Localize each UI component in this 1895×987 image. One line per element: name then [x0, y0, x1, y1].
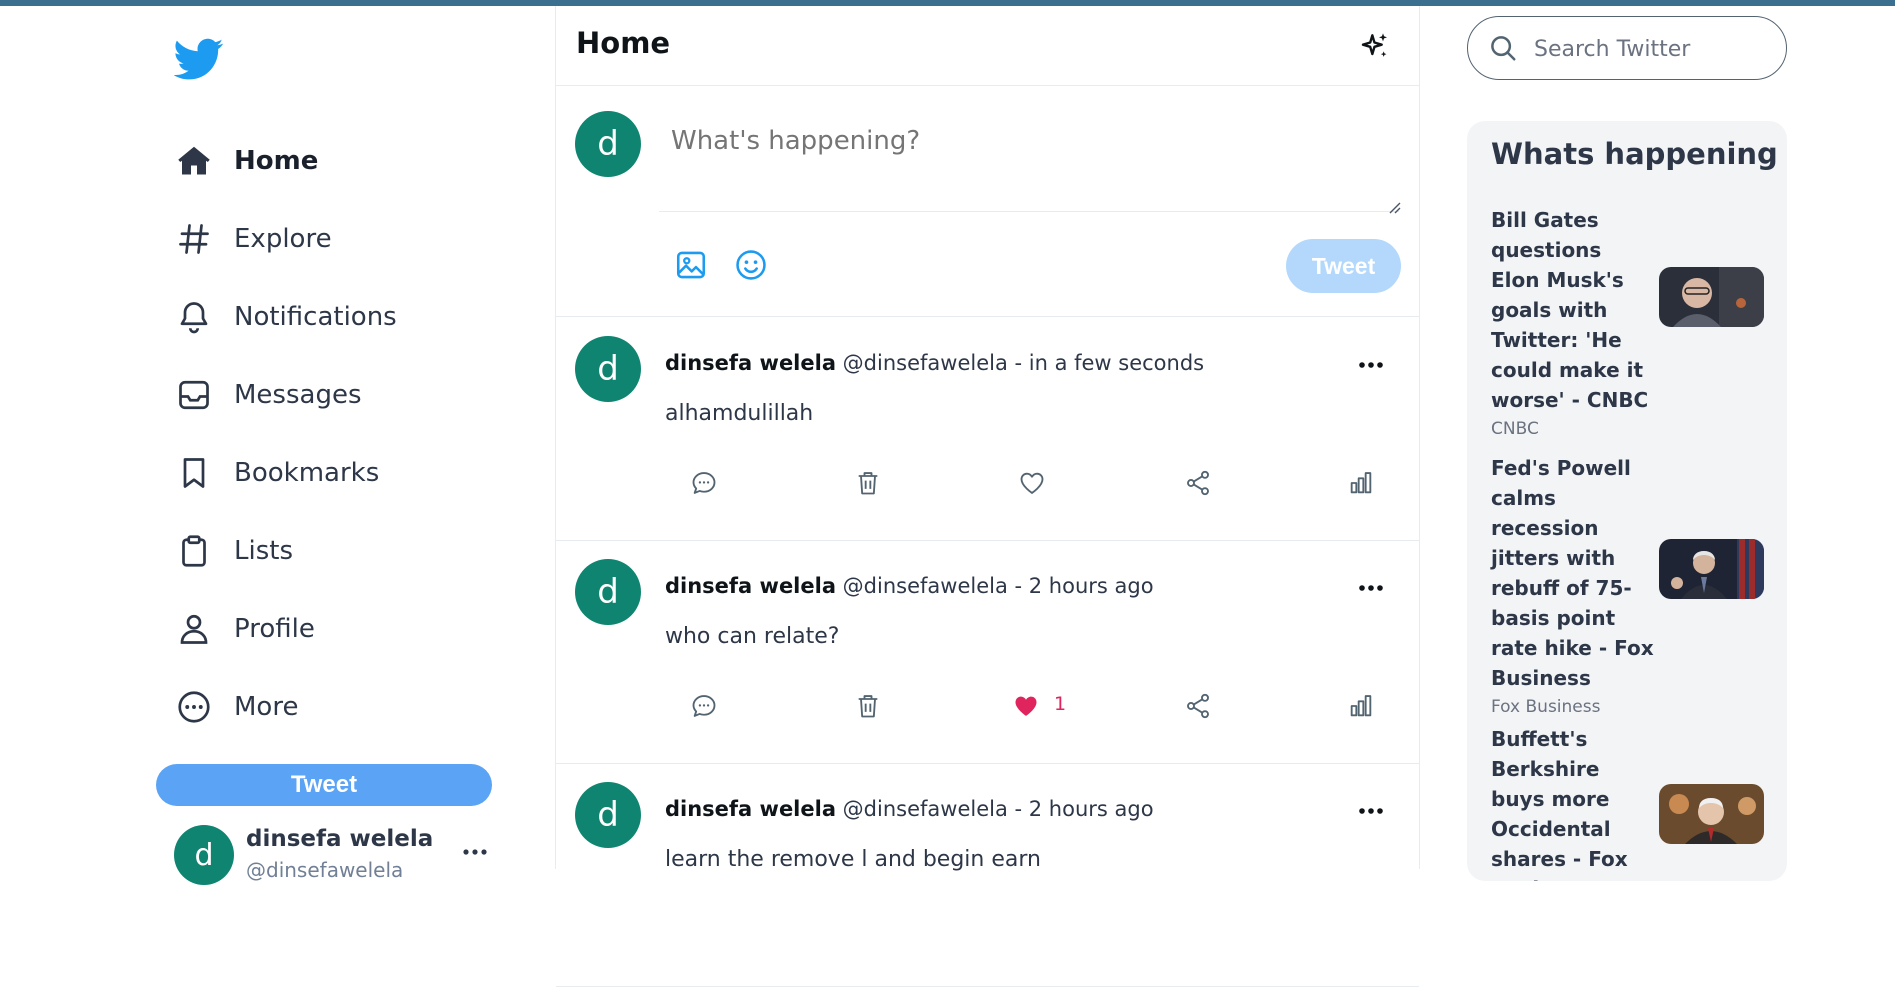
- tweet-header: dinsefa welela @dinsefawelela - in a few…: [665, 351, 1204, 375]
- trend-item[interactable]: Fed's Powell calms recession jitters wit…: [1491, 453, 1781, 717]
- delete-icon[interactable]: [854, 692, 882, 720]
- user-icon: [174, 609, 214, 649]
- search-input[interactable]: [1532, 29, 1766, 69]
- twitter-bird-icon[interactable]: [174, 34, 224, 84]
- nav-item-notifications[interactable]: Notifications: [150, 287, 510, 347]
- liked-heart-icon[interactable]: [1012, 692, 1040, 720]
- tweet-header: dinsefa welela @dinsefawelela - 2 hours …: [665, 574, 1154, 598]
- reply-icon[interactable]: [690, 692, 718, 720]
- tweet-text: alhamdulillah: [665, 401, 814, 426]
- hashtag-icon: [174, 219, 214, 259]
- bookmark-icon: [174, 453, 214, 493]
- emoji-icon[interactable]: [734, 248, 768, 282]
- trends-title: Whats happening: [1491, 137, 1778, 171]
- trend-item[interactable]: Buffett's Berkshire buys more Occidental…: [1491, 724, 1781, 881]
- nav-label-explore: Explore: [234, 224, 332, 254]
- compose-box: d Tweet: [556, 86, 1419, 317]
- account-name: dinsefa welela: [246, 826, 434, 852]
- tweet-author-name[interactable]: dinsefa welela: [665, 351, 836, 375]
- trend-source: CNBC: [1491, 419, 1539, 439]
- sidebar-tweet-button[interactable]: Tweet: [156, 764, 492, 806]
- image-icon[interactable]: [674, 248, 708, 282]
- clipboard-icon: [174, 531, 214, 571]
- compose-avatar: d: [575, 111, 641, 177]
- trend-thumbnail-image[interactable]: [1659, 539, 1764, 599]
- trend-thumbnail-image[interactable]: [1659, 267, 1764, 327]
- nav-item-more[interactable]: More: [150, 677, 510, 737]
- tweet-avatar[interactable]: d: [575, 782, 641, 848]
- tweet-header: dinsefa welela @dinsefawelela - 2 hours …: [665, 797, 1154, 821]
- trend-thumbnail-image[interactable]: [1659, 784, 1764, 844]
- nav-label-lists: Lists: [234, 536, 293, 566]
- reply-icon[interactable]: [690, 469, 718, 497]
- account-more-icon[interactable]: [460, 844, 490, 860]
- nav-label-profile: Profile: [234, 614, 315, 644]
- search-box[interactable]: [1467, 16, 1787, 80]
- trend-source: Fox Business: [1491, 697, 1601, 717]
- nav-item-profile[interactable]: Profile: [150, 599, 510, 659]
- nav-item-explore[interactable]: Explore: [150, 209, 510, 269]
- nav-item-lists[interactable]: Lists: [150, 521, 510, 581]
- analytics-icon[interactable]: [1347, 469, 1375, 497]
- tweet-handle-time: @dinsefawelela - 2 hours ago: [836, 574, 1154, 598]
- trends-panel: Whats happening Bill Gates questions Elo…: [1467, 121, 1787, 881]
- more-circle-icon: [174, 687, 214, 727]
- home-icon: [174, 141, 214, 181]
- compose-input[interactable]: [659, 100, 1399, 212]
- trend-headline[interactable]: Fed's Powell calms recession jitters wit…: [1491, 453, 1656, 693]
- tweet-text: who can relate?: [665, 624, 840, 649]
- share-icon[interactable]: [1184, 692, 1212, 720]
- nav-label-notifications: Notifications: [234, 302, 397, 332]
- tweet-more-icon[interactable]: [1356, 803, 1386, 819]
- compose-tweet-button[interactable]: Tweet: [1286, 239, 1401, 293]
- like-icon[interactable]: [1018, 469, 1046, 497]
- nav-label-more: More: [234, 692, 299, 722]
- trend-headline[interactable]: Buffett's Berkshire buys more Occidental…: [1491, 724, 1656, 881]
- tweet-avatar[interactable]: d: [575, 559, 641, 625]
- inbox-icon: [174, 375, 214, 415]
- resize-grip-icon[interactable]: [1387, 200, 1401, 214]
- tweet-author-name[interactable]: dinsefa welela: [665, 797, 836, 821]
- nav-label-home: Home: [234, 146, 319, 176]
- trend-item[interactable]: Bill Gates questions Elon Musk's goals w…: [1491, 205, 1781, 439]
- tweet-more-icon[interactable]: [1356, 357, 1386, 373]
- nav-item-home[interactable]: Home: [150, 131, 510, 191]
- tweet-handle-time: @dinsefawelela - in a few seconds: [836, 351, 1205, 375]
- tweet-item[interactable]: d dinsefa welela @dinsefawelela - 2 hour…: [556, 763, 1419, 987]
- tweet-item[interactable]: d dinsefa welela @dinsefawelela - 2 hour…: [556, 540, 1419, 764]
- delete-icon[interactable]: [854, 469, 882, 497]
- tweet-author-name[interactable]: dinsefa welela: [665, 574, 836, 598]
- tweet-avatar[interactable]: d: [575, 336, 641, 402]
- share-icon[interactable]: [1184, 469, 1212, 497]
- tweet-item[interactable]: d dinsefa welela @dinsefawelela - in a f…: [556, 317, 1419, 541]
- account-handle: @dinsefawelela: [246, 858, 404, 882]
- trend-headline[interactable]: Bill Gates questions Elon Musk's goals w…: [1491, 205, 1656, 415]
- nav-label-messages: Messages: [234, 380, 362, 410]
- timeline-header: Home: [556, 6, 1419, 86]
- sparkle-icon[interactable]: [1359, 30, 1391, 62]
- tweet-text: learn the remove l and begin earn: [665, 847, 1041, 872]
- bell-icon: [174, 297, 214, 337]
- account-avatar[interactable]: d: [174, 825, 234, 885]
- nav-label-bookmarks: Bookmarks: [234, 458, 380, 488]
- sidebar: Home Explore Notifications Messages Book…: [150, 6, 550, 885]
- page-title: Home: [576, 26, 671, 60]
- search-icon: [1491, 36, 1516, 61]
- analytics-icon[interactable]: [1347, 692, 1375, 720]
- nav-item-bookmarks[interactable]: Bookmarks: [150, 443, 510, 503]
- like-count: 1: [1054, 693, 1067, 715]
- tweet-more-icon[interactable]: [1356, 580, 1386, 596]
- main-timeline: Home d Tweet d dinsefa welela @dinsefawe…: [555, 6, 1420, 987]
- tweet-handle-time: @dinsefawelela - 2 hours ago: [836, 797, 1154, 821]
- nav-item-messages[interactable]: Messages: [150, 365, 510, 425]
